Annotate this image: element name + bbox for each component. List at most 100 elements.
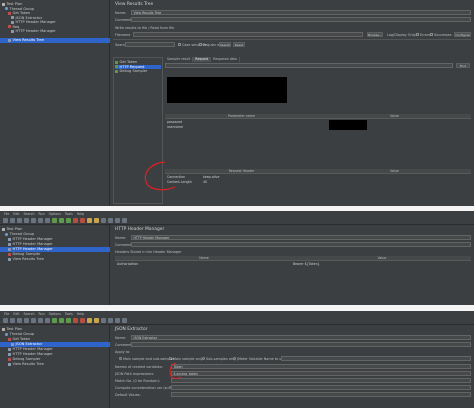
radio-main-and-sub[interactable] [119,357,122,360]
new-icon[interactable] [3,217,8,223]
search-input[interactable] [125,42,175,47]
menu-run[interactable]: Run [38,212,44,216]
name-field[interactable]: View Results Tree [131,10,471,15]
tree-node-debug-sampler[interactable]: Debug Sampler [8,252,40,257]
comments-field[interactable] [131,342,471,347]
filename-field[interactable] [133,32,363,37]
reset-search-icon[interactable] [108,217,113,223]
paste-icon[interactable] [45,317,50,323]
regex-checkbox[interactable] [199,43,202,46]
start-no-pause-icon[interactable] [66,217,71,223]
search-icon[interactable] [101,217,106,223]
tree-node-test-plan[interactable]: Test Plan [2,227,22,232]
new-icon[interactable] [3,317,8,323]
tree-node-thread-group[interactable]: Thread Group [5,332,34,337]
start-no-pause-icon[interactable] [66,317,71,323]
tab-request[interactable]: Request [193,57,212,62]
reset-button[interactable]: Reset [233,42,245,47]
tree-node-header-manager[interactable]: HTTP Header Manager [8,237,53,242]
tree-node-get-token[interactable]: Get Token [8,337,30,342]
name-field[interactable]: HTTP Header Manager [131,235,471,240]
json-path-field[interactable]: $.access_token [171,371,471,376]
reset-search-icon[interactable] [108,317,113,323]
stop-icon[interactable] [73,217,78,223]
tree-node-header-manager[interactable]: HTTP Header Manager [8,347,53,352]
menu-edit[interactable]: Edit [13,212,19,216]
browse-button[interactable]: Browse... [367,32,383,37]
open-icon[interactable] [17,317,22,323]
search-button[interactable]: Search [219,42,231,47]
errors-checkbox[interactable] [416,33,419,36]
name-field[interactable]: JSON Extractor [131,335,471,340]
tree-node-view-results-tree[interactable]: View Results Tree [8,257,44,262]
radio-sub-only[interactable] [202,357,205,360]
find-input[interactable] [165,63,453,68]
function-helper-icon[interactable] [115,217,120,223]
tree-node-test-plan[interactable]: Test Plan [2,327,22,332]
shutdown-icon[interactable] [80,217,85,223]
radio-main-only[interactable] [169,357,172,360]
menu-file[interactable]: File [4,212,9,216]
menu-options[interactable]: Options [49,212,61,216]
stop-icon[interactable] [73,317,78,323]
templates-icon[interactable] [10,217,15,223]
menu-help[interactable]: Help [77,312,84,316]
default-values-field[interactable] [171,392,471,397]
match-no-field[interactable] [171,378,471,383]
shutdown-icon[interactable] [80,317,85,323]
help-icon[interactable] [122,317,127,323]
open-icon[interactable] [17,217,22,223]
expand-icon[interactable] [52,317,57,323]
templates-icon[interactable] [10,317,15,323]
menu-options[interactable]: Options [49,312,61,316]
start-icon[interactable] [59,217,64,223]
tree-node-header-manager-2[interactable]: HTTP Header Manager [11,29,56,34]
tree-node-view-results-tree[interactable]: View Results Tree [0,38,110,43]
tab-sampler-result[interactable]: Sampler result [165,57,194,62]
menu-help[interactable]: Help [77,212,84,216]
comments-field[interactable] [131,242,471,247]
help-icon[interactable] [122,217,127,223]
function-helper-icon[interactable] [115,317,120,323]
find-button[interactable]: Find [456,63,470,68]
variable-names-field[interactable]: Token [171,364,471,369]
save-icon[interactable] [24,317,29,323]
tree-node-view-results-tree[interactable]: View Results Tree [8,362,44,367]
case-sensitive-checkbox[interactable] [178,43,181,46]
comments-field[interactable] [131,17,471,22]
radio-jmeter-variable[interactable] [233,357,236,360]
menu-run[interactable]: Run [38,312,44,316]
tree-node-header-manager-2[interactable]: HTTP Header Manager [8,352,53,357]
menu-search[interactable]: Search [24,212,35,216]
save-icon[interactable] [24,217,29,223]
tree-node-debug-sampler[interactable]: Debug Sampler [8,357,40,362]
menu-file[interactable]: File [4,312,9,316]
tree-node-header-manager-2[interactable]: HTTP Header Manager [8,242,53,247]
menu-search[interactable]: Search [24,312,35,316]
cut-icon[interactable] [31,317,36,323]
clear-icon[interactable] [87,217,92,223]
tree-node-header-manager-selected[interactable]: HTTP Header Manager [0,247,110,252]
copy-icon[interactable] [38,317,43,323]
menu-tools[interactable]: Tools [65,212,73,216]
menu-edit[interactable]: Edit [13,312,19,316]
copy-icon[interactable] [38,217,43,223]
cut-icon[interactable] [31,217,36,223]
jmeter-variable-field[interactable] [281,356,471,361]
tree-node-json-extractor[interactable]: JSON Extractor [0,342,110,347]
clear-all-icon[interactable] [94,317,99,323]
header-row-value[interactable]: Bearer ${Token} [293,262,320,266]
header-row-name[interactable]: Authorization [117,262,138,266]
configure-button[interactable]: Configure [454,32,471,37]
search-icon[interactable] [101,317,106,323]
clear-icon[interactable] [87,317,92,323]
start-icon[interactable] [59,317,64,323]
sampler-node-debug[interactable]: Debug Sampler [115,69,147,74]
tab-response-data[interactable]: Response data [211,57,240,62]
expand-icon[interactable] [52,217,57,223]
concat-field[interactable] [171,385,471,390]
tree-node-thread-group[interactable]: Thread Group [5,232,34,237]
clear-all-icon[interactable] [94,217,99,223]
menu-tools[interactable]: Tools [65,312,73,316]
paste-icon[interactable] [45,217,50,223]
